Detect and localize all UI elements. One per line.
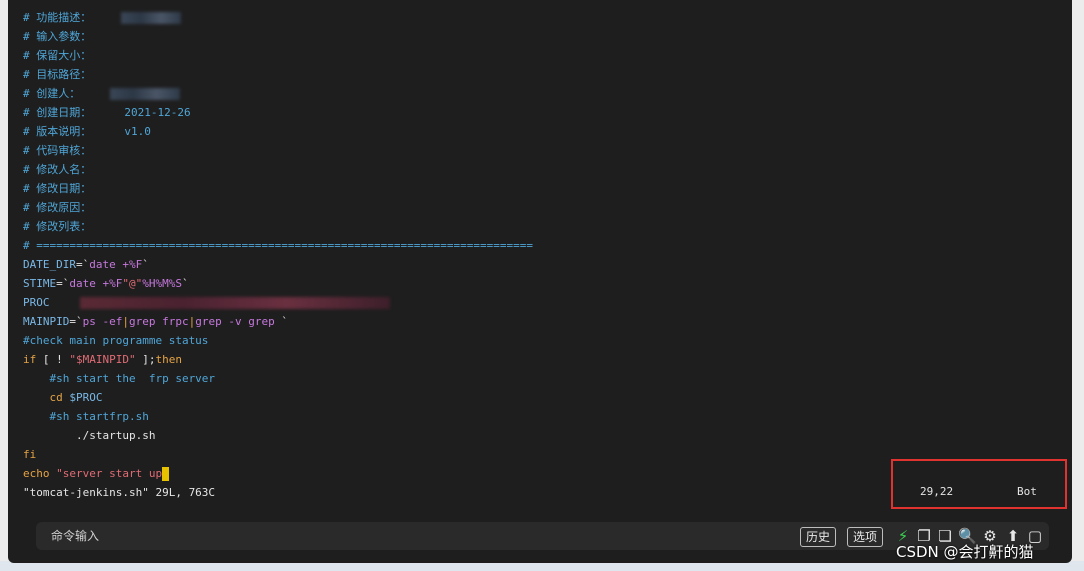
cursor-position: 29,22	[920, 485, 954, 498]
code-token: # 修改列表：	[23, 220, 92, 233]
code-token: "tomcat-jenkins.sh" 29L, 763C	[23, 486, 216, 499]
terminal-window[interactable]: # 功能描述： # 输入参数： # 保留大小： # 目标路径： # 创建人： # 创建日期…	[8, 0, 1072, 563]
code-token: # 输入参数：	[23, 30, 92, 43]
code-token: then	[155, 353, 182, 366]
code-line: # 版本说明： v1.0	[23, 122, 1063, 141]
code-line: #sh start the frp server	[23, 369, 1063, 388]
code-token: [ !	[36, 353, 70, 366]
code-token: "@"	[122, 277, 143, 290]
code-line: cd $PROC	[23, 388, 1063, 407]
code-token: grep frpc	[128, 315, 189, 328]
code-token: #sh start the frp server	[23, 372, 216, 385]
code-token: # 保留大小：	[23, 49, 92, 62]
scroll-position: Bot	[1017, 485, 1037, 498]
code-token: date +%F	[69, 277, 123, 290]
code-token: cd	[23, 391, 70, 404]
code-token: # 修改人名：	[23, 163, 92, 176]
code-token: MAINPID	[23, 315, 70, 328]
code-token: #check main programme status	[23, 334, 209, 347]
code-line: if [ ! "$MAINPID" ];then	[23, 350, 1063, 369]
redacted-text	[121, 12, 182, 24]
code-line: # 代码审核：	[23, 141, 1063, 160]
watermark: CSDN @会打鼾的猫	[896, 543, 1034, 561]
code-token: $PROC	[69, 391, 103, 404]
code-line: #sh startfrp.sh	[23, 407, 1063, 426]
code-token: `	[181, 277, 189, 290]
status-highlight-box: 29,22 Bot	[891, 459, 1067, 509]
code-token: # 修改原因：	[23, 201, 92, 214]
code-line: #check main programme status	[23, 331, 1063, 350]
code-token: "$MAINPID"	[69, 353, 136, 366]
code-token: fi	[23, 448, 37, 461]
code-line: ./startup.sh	[23, 426, 1063, 445]
code-token: # 目标路径：	[23, 68, 92, 81]
code-token: DATE_DIR	[23, 258, 76, 271]
code-token: ./startup.sh	[23, 429, 156, 442]
code-line: MAINPID=`ps -ef|grep frpc|grep -v grep `	[23, 312, 1063, 331]
code-token: `	[274, 315, 288, 328]
code-token: PROC	[23, 296, 50, 309]
code-line: # 输入参数：	[23, 27, 1063, 46]
redacted-text	[79, 297, 390, 309]
code-token: # 创建日期： 2021-12-26	[23, 106, 191, 119]
code-line: # 保留大小：	[23, 46, 1063, 65]
code-token: |	[122, 315, 129, 328]
code-token: =`	[56, 277, 70, 290]
code-line: STIME=`date +%F"@"%H%M%S`	[23, 274, 1063, 293]
code-token: #sh startfrp.sh	[23, 410, 149, 423]
code-line: # 修改日期：	[23, 179, 1063, 198]
code-token: STIME	[23, 277, 57, 290]
code-token: ];	[135, 353, 156, 366]
background-right	[1072, 0, 1084, 571]
options-button[interactable]: 选项	[847, 527, 884, 547]
code-line: # 修改列表：	[23, 217, 1063, 236]
code-line: PROC	[23, 293, 1063, 312]
redacted-text	[110, 88, 181, 100]
code-token: %H%M%S	[142, 277, 182, 290]
code-line: # 目标路径：	[23, 65, 1063, 84]
code-token: # 修改日期：	[23, 182, 92, 195]
code-token: =`	[75, 258, 90, 271]
code-line: # 功能描述：	[23, 8, 1063, 27]
code-token: # 版本说明： v1.0	[23, 125, 151, 138]
code-line: # 创建日期： 2021-12-26	[23, 103, 1063, 122]
code-token: # 创建人：	[23, 87, 81, 100]
code-token: grep -v grep	[195, 315, 275, 328]
text-cursor	[162, 467, 170, 481]
code-line: # 修改人名：	[23, 160, 1063, 179]
code-token: "server start up	[56, 467, 163, 480]
history-button[interactable]: 历史	[800, 527, 837, 547]
code-token: # 功能描述：	[23, 11, 92, 24]
code-token: =`	[69, 315, 83, 328]
code-token: date +%F	[89, 258, 143, 271]
code-line: DATE_DIR=`date +%F`	[23, 255, 1063, 274]
vim-editor[interactable]: # 功能描述： # 输入参数： # 保留大小： # 目标路径： # 创建人： # 创建日期…	[23, 8, 1063, 508]
code-token: ps -ef	[82, 315, 123, 328]
code-line: # 修改原因：	[23, 198, 1063, 217]
code-token: # 代码审核：	[23, 144, 92, 157]
code-token: `	[142, 258, 149, 271]
command-input[interactable]	[51, 528, 651, 544]
code-line: # ======================================…	[23, 236, 1063, 255]
code-token: # ======================================…	[23, 239, 533, 252]
code-token: echo	[23, 467, 57, 480]
code-line: # 创建人：	[23, 84, 1063, 103]
code-token: if	[23, 353, 37, 366]
